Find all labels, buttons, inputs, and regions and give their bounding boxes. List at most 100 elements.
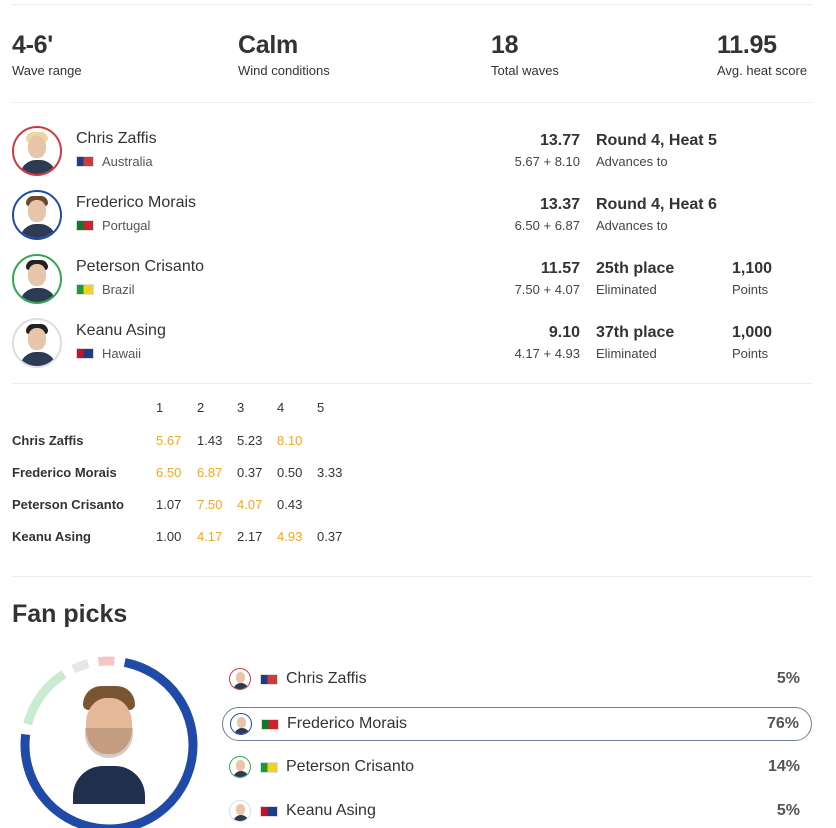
wave-row-surfer-name: Peterson Crisanto (12, 497, 124, 512)
surfer-country: Hawaii (76, 346, 141, 361)
flag-icon (76, 348, 94, 359)
surfer-result-row[interactable]: Frederico Morais Portugal 13.37 6.50 + 6… (12, 190, 812, 254)
wave-score-cell: 2.17 (237, 529, 263, 544)
fan-pick-option[interactable]: Chris Zaffis 5% (222, 663, 812, 697)
score-breakdown: 4.17 + 4.93 (514, 346, 580, 361)
donut-segment (23, 670, 67, 726)
donut-segment (97, 656, 115, 667)
stat-value: 11.95 (717, 31, 777, 59)
wave-score-cell: 5.23 (237, 433, 263, 448)
wave-score-cell: 6.87 (197, 465, 223, 480)
heat-total: 11.57 (540, 260, 580, 277)
score-breakdown: 6.50 + 6.87 (514, 218, 580, 233)
wave-score-cell: 0.50 (277, 465, 303, 480)
surfer-avatar[interactable] (12, 190, 62, 240)
wave-score-cell: 5.67 (156, 433, 182, 448)
flag-icon (76, 284, 94, 295)
wave-column-header: 1 (156, 400, 164, 415)
heat-result-label: Advances to (596, 218, 668, 233)
stat-avg-heat-score: 11.95 Avg. heat score (717, 30, 807, 78)
stat-label: Avg. heat score (717, 63, 808, 78)
top-divider (12, 4, 812, 5)
pick-avatar (229, 668, 251, 690)
flag-icon (261, 719, 279, 730)
pick-name: Keanu Asing (286, 802, 376, 819)
surfer-country: Australia (76, 154, 153, 169)
stat-wind: Calm Wind conditions (238, 30, 330, 78)
stat-label: Wind conditions (238, 63, 330, 78)
heat-result: 25th place (596, 260, 675, 277)
points-value: 1,100 (732, 260, 773, 277)
wave-column-header: 4 (277, 400, 285, 415)
pick-percent: 5% (776, 802, 800, 819)
pick-percent: 76% (766, 715, 799, 732)
wave-score-cell: 3.33 (317, 465, 343, 480)
surfer-avatar[interactable] (12, 318, 62, 368)
heat-result-label: Eliminated (596, 346, 657, 361)
pick-percent: 14% (767, 758, 800, 775)
flag-icon (76, 156, 94, 167)
donut-segment (71, 659, 90, 674)
heat-result-label: Advances to (596, 154, 668, 169)
points-value: 1,000 (732, 324, 773, 341)
stat-total-waves: 18 Total waves (491, 30, 559, 78)
pick-name: Chris Zaffis (286, 670, 367, 687)
surfer-name[interactable]: Chris Zaffis (76, 130, 157, 148)
wave-score-cell: 0.37 (237, 465, 263, 480)
pick-avatar (229, 800, 251, 822)
heat-total: 13.77 (539, 132, 580, 149)
heat-result-label: Eliminated (596, 282, 657, 297)
pick-percent: 5% (776, 670, 800, 687)
surfer-result-row[interactable]: Peterson Crisanto Brazil 11.57 7.50 + 4.… (12, 254, 812, 318)
table-divider (12, 576, 812, 577)
heat-total: 13.37 (539, 196, 580, 213)
wave-score-cell: 4.17 (197, 529, 223, 544)
surfer-name[interactable]: Frederico Morais (76, 194, 196, 212)
stat-value: 18 (491, 31, 519, 59)
score-breakdown: 5.67 + 8.10 (514, 154, 580, 169)
wave-score-cell: 4.07 (237, 497, 263, 512)
wave-score-cell: 7.50 (197, 497, 223, 512)
score-breakdown: 7.50 + 4.07 (514, 282, 580, 297)
fan-pick-option[interactable]: Peterson Crisanto 14% (222, 751, 812, 785)
surfer-name[interactable]: Peterson Crisanto (76, 258, 204, 276)
stat-wave-range: 4-6' Wave range (12, 30, 82, 78)
wave-row-surfer-name: Frederico Morais (12, 465, 117, 480)
wave-score-cell: 4.93 (277, 529, 303, 544)
wave-row-surfer-name: Keanu Asing (12, 529, 91, 544)
wave-score-cell: 8.10 (277, 433, 303, 448)
flag-icon (260, 674, 278, 685)
fan-picks-donut (18, 654, 200, 828)
stat-label: Wave range (12, 63, 82, 78)
wave-score-cell: 1.00 (156, 529, 182, 544)
wave-score-cell: 1.43 (197, 433, 223, 448)
wave-column-header: 2 (197, 400, 205, 415)
surfer-result-row[interactable]: Chris Zaffis Australia 13.77 5.67 + 8.10… (12, 126, 812, 190)
pick-avatar (229, 756, 251, 778)
wave-score-cell: 6.50 (156, 465, 182, 480)
wave-row-surfer-name: Chris Zaffis (12, 433, 84, 448)
stats-divider (12, 102, 812, 103)
fan-pick-option[interactable]: Frederico Morais 76% (222, 707, 812, 741)
pick-name: Frederico Morais (287, 715, 408, 732)
wave-score-cell: 0.43 (277, 497, 303, 512)
wave-column-header: 5 (317, 400, 325, 415)
results-divider (12, 383, 812, 384)
points-label: Points (732, 282, 769, 297)
heat-result: Round 4, Heat 6 (596, 196, 717, 213)
flag-icon (260, 806, 278, 817)
heat-total: 9.10 (548, 324, 580, 341)
surfer-country: Brazil (76, 282, 135, 297)
points-label: Points (732, 346, 769, 361)
flag-icon (260, 762, 278, 773)
stat-value: Calm (238, 31, 298, 59)
wave-score-cell: 0.37 (317, 529, 343, 544)
surfer-result-row[interactable]: Keanu Asing Hawaii 9.10 4.17 + 4.93 37th… (12, 318, 812, 382)
surfer-avatar[interactable] (12, 126, 62, 176)
fan-pick-option[interactable]: Keanu Asing 5% (222, 795, 812, 828)
pick-name: Peterson Crisanto (286, 758, 415, 775)
surfer-avatar[interactable] (12, 254, 62, 304)
surfer-name[interactable]: Keanu Asing (76, 322, 166, 340)
fan-picks-title: Fan picks (12, 600, 128, 628)
pick-avatar (230, 713, 252, 735)
